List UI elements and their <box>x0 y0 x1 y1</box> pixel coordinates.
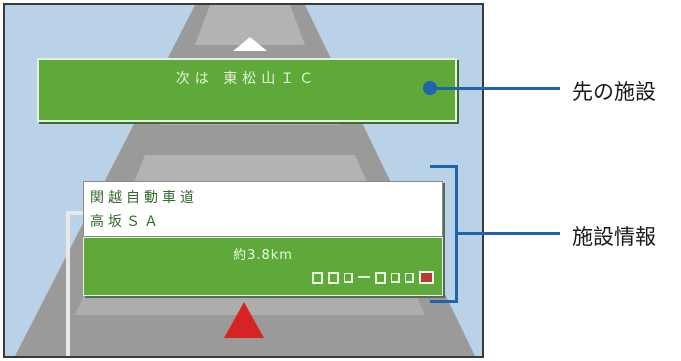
callout-dot <box>423 81 437 95</box>
next-facility-banner: 次は 東松山ＩＣ <box>37 58 457 122</box>
road-name: 関越自動車道 <box>90 190 198 206</box>
facility-name: 高坂ＳＡ <box>90 214 162 230</box>
restaurant-icon <box>344 272 353 283</box>
facility-detail-box: 約3.8km <box>83 237 443 296</box>
distance-text: 約3.8km <box>233 248 293 263</box>
gas-icon <box>358 275 370 280</box>
facility-name-box: 関越自動車道 高坂ＳＡ <box>83 181 443 237</box>
nav-screen: 次は 東松山ＩＣ 関越自動車道 高坂ＳＡ 約3.8km <box>3 3 484 358</box>
food-icon <box>391 272 400 283</box>
next-facility-callout-line <box>430 87 560 90</box>
next-facility-text: 次は 東松山ＩＣ <box>175 71 319 87</box>
direction-arrow-icon <box>233 37 267 51</box>
current-position-icon <box>224 302 264 338</box>
facility-info-label: 施設情報 <box>572 225 656 249</box>
rest-icon <box>405 272 414 283</box>
facility-info-panel: 関越自動車道 高坂ＳＡ 約3.8km <box>83 181 443 296</box>
facility-info-bracket <box>430 165 458 303</box>
route-line <box>66 215 70 356</box>
service-icons <box>312 271 434 284</box>
info-icon <box>375 271 386 284</box>
next-facility-label: 先の施設 <box>572 80 656 104</box>
shop-icon <box>328 271 339 284</box>
facility-info-callout-line <box>458 232 560 235</box>
toilet-icon <box>312 271 323 284</box>
